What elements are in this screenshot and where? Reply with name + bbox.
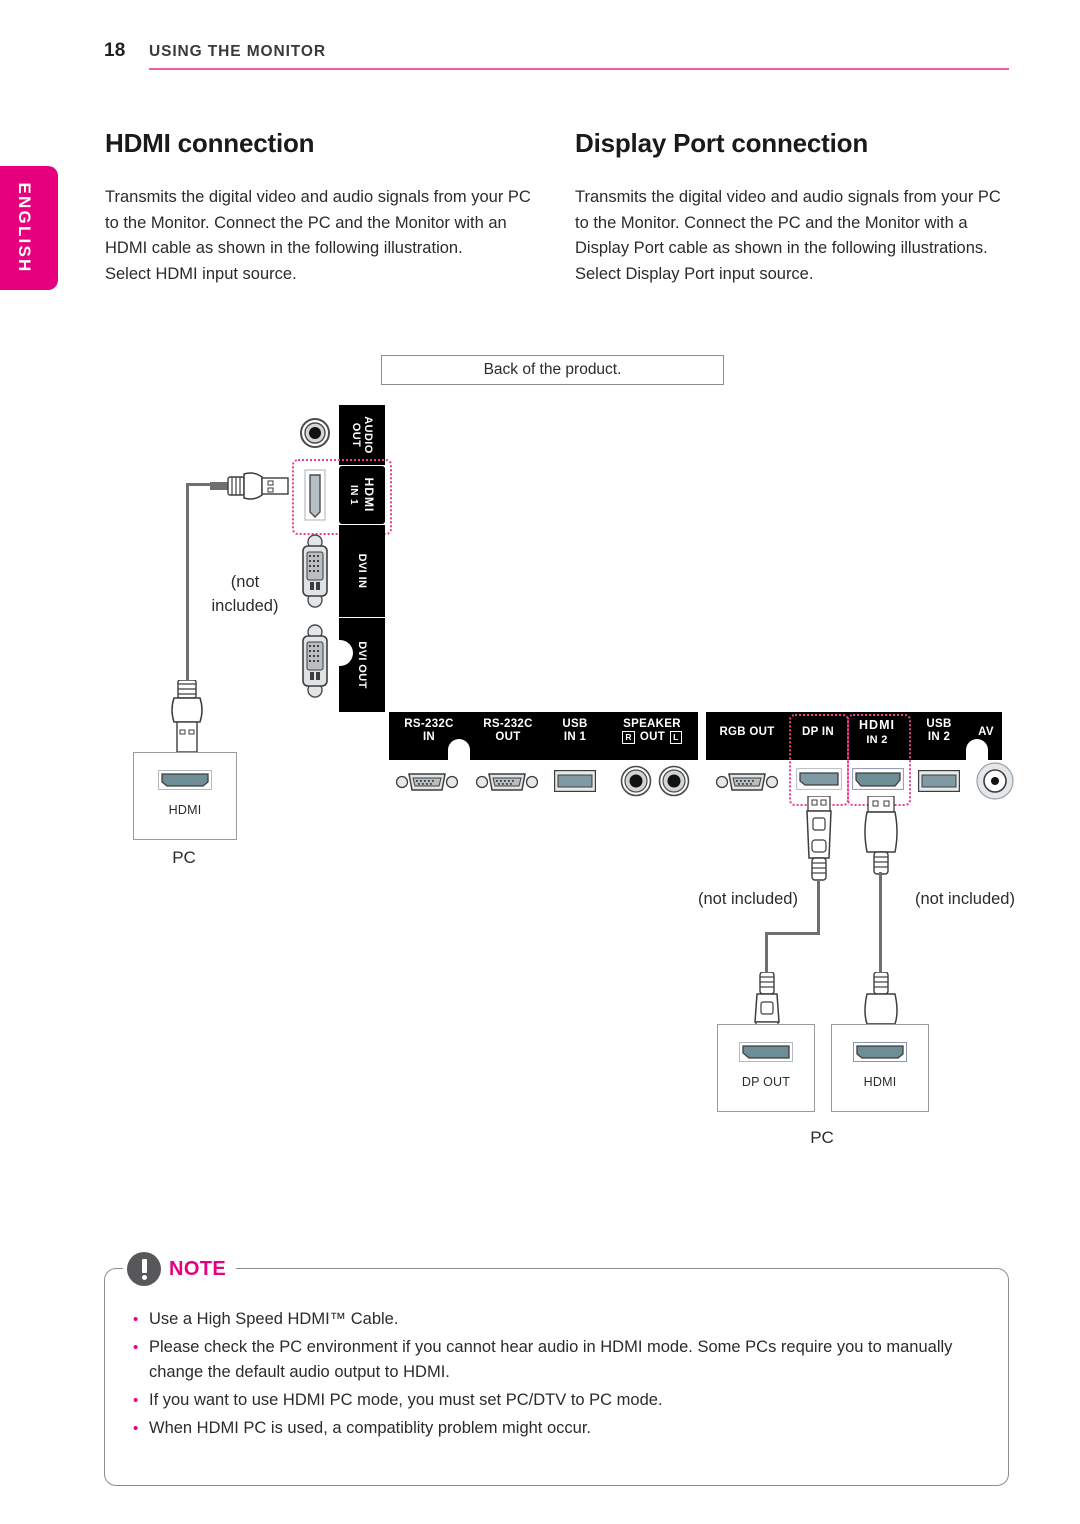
usb-in1-line1: USB xyxy=(562,718,588,730)
dvi-out-connector-icon xyxy=(297,624,333,703)
usb-in2-line1: USB xyxy=(926,718,952,730)
pc-left-caption: PC xyxy=(172,848,196,867)
pc-left-hdmi-port-icon xyxy=(158,770,212,795)
rs232c-out-line1: RS-232C xyxy=(483,718,533,730)
hdmi-in1-highlight xyxy=(292,459,392,535)
hdmi-cable-not-included-label: (not included) xyxy=(211,573,279,615)
pc-right-hdmi-device-box: HDMI xyxy=(831,1024,929,1112)
pc-right-dp-device-box: DP OUT xyxy=(717,1024,815,1112)
hdmi-cable-wire-vertical xyxy=(186,486,189,684)
rs232c-in-connector-icon xyxy=(395,768,459,801)
speaker-out-left-symbol: L xyxy=(670,731,682,745)
pc-hdmi-port-icon xyxy=(853,1042,907,1067)
pc-left-port-label: HDMI xyxy=(168,803,202,817)
speaker-out-right-connector-icon xyxy=(620,765,652,802)
dp-cable-wire-horizontal xyxy=(765,932,820,935)
dvi-in-label: DVI IN xyxy=(339,525,385,617)
rs232c-in-line1: RS-232C xyxy=(404,718,454,730)
dvi-out-label-text: DVI OUT xyxy=(356,641,368,689)
usb-in1-connector-icon xyxy=(554,770,596,797)
audio-out-label-line2: OUT xyxy=(350,422,362,448)
language-tab-label: ENGLISH xyxy=(15,182,34,274)
back-of-product-caption: Back of the product. xyxy=(381,355,724,385)
rs232c-out-line2: OUT xyxy=(495,731,521,744)
dp-cable-not-included-label: (not included) xyxy=(698,890,798,908)
rs232c-in-label: RS-232C IN xyxy=(393,718,465,744)
rs232c-in-line2: IN xyxy=(422,731,436,744)
note-header: NOTE xyxy=(123,1248,237,1290)
rgb-out-line1: RGB OUT xyxy=(719,726,775,738)
note-item: Please check the PC environment if you c… xyxy=(127,1335,986,1385)
hdmi-plug-horizontal-icon xyxy=(210,466,298,511)
displayport-section-body: Transmits the digital video and audio si… xyxy=(575,188,1001,283)
note-box: NOTE Use a High Speed HDMI™ Cable. Pleas… xyxy=(104,1248,1009,1486)
page-header: 18 USING THE MONITOR xyxy=(104,40,1009,74)
exclamation-circle-icon xyxy=(127,1252,161,1286)
pc-left-device-box: HDMI xyxy=(133,752,237,840)
dp-in-highlight xyxy=(789,714,849,806)
speaker-out-right-symbol: R xyxy=(622,731,635,745)
audio-jack-connector-icon xyxy=(298,416,332,455)
hdmi-cable-wire-horizontal xyxy=(186,483,212,486)
audio-out-label: AUDIO OUT xyxy=(339,405,385,465)
speaker-out-left-connector-icon xyxy=(658,765,690,802)
pc-right-caption: PC xyxy=(810,1128,834,1147)
pc-dp-out-port-label: DP OUT xyxy=(741,1075,791,1089)
note-item: If you want to use HDMI PC mode, you mus… xyxy=(127,1388,986,1413)
chapter-title: USING THE MONITOR xyxy=(149,43,326,60)
displayport-section-title: Display Port connection xyxy=(575,128,869,158)
rs232c-out-label: RS-232C OUT xyxy=(472,718,544,744)
av-label: AV xyxy=(970,726,1002,739)
dvi-out-label: DVI OUT xyxy=(339,618,385,712)
hdmi-section-title: HDMI connection xyxy=(105,128,315,158)
hdmi2-cable-wire xyxy=(879,872,882,978)
pc-dp-out-port-icon xyxy=(739,1042,793,1067)
usb-in2-label: USB IN 2 xyxy=(912,718,966,744)
note-item: Use a High Speed HDMI™ Cable. xyxy=(127,1307,986,1332)
hdmi-section-body: Transmits the digital video and audio si… xyxy=(105,188,531,283)
usb-in2-line2: IN 2 xyxy=(927,731,951,744)
ports-strip-right-notch xyxy=(966,739,988,761)
rgb-out-connector-icon xyxy=(715,768,779,801)
section-displayport-connection: Display Port connection Transmits the di… xyxy=(575,128,1015,287)
page-number: 18 xyxy=(104,40,126,61)
hdmi2-cable-not-included-label: (not included) xyxy=(915,890,1015,908)
av-line1: AV xyxy=(978,726,994,738)
note-label: NOTE xyxy=(169,1257,227,1280)
section-hdmi-connection: HDMI connection Transmits the digital vi… xyxy=(105,128,535,287)
rs232c-out-connector-icon xyxy=(475,768,539,801)
speaker-out-line1: SPEAKER xyxy=(623,718,681,730)
usb-in1-line2: IN 1 xyxy=(563,731,587,744)
usb-in1-label: USB IN 1 xyxy=(548,718,602,744)
av-connector-icon xyxy=(976,762,1014,805)
language-tab: ENGLISH xyxy=(0,166,58,290)
dvi-in-connector-icon xyxy=(297,534,333,613)
speaker-out-label: SPEAKER R OUT L xyxy=(610,718,694,745)
header-rule xyxy=(149,68,1009,70)
rgb-out-label: RGB OUT xyxy=(708,726,786,739)
note-list: Use a High Speed HDMI™ Cable. Please che… xyxy=(127,1307,986,1444)
speaker-out-line2: OUT xyxy=(639,731,666,744)
audio-out-label-line1: AUDIO xyxy=(362,416,374,454)
hdmi-in2-highlight xyxy=(847,714,911,806)
note-item: When HDMI PC is used, a compatiblity pro… xyxy=(127,1416,986,1441)
dvi-in-label-text: DVI IN xyxy=(356,553,368,589)
pc-hdmi-port-label: HDMI xyxy=(863,1075,897,1089)
usb-in2-connector-icon xyxy=(918,770,960,797)
